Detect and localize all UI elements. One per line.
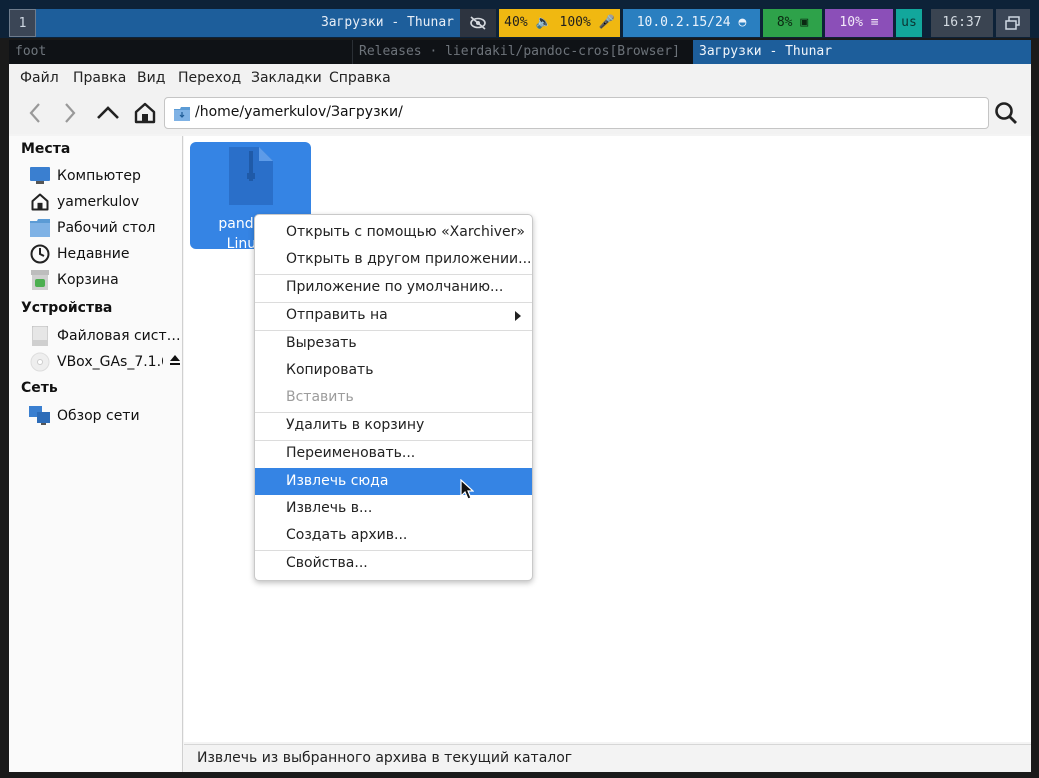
location-path: /home/yamerkulov/Загрузки/ (195, 104, 403, 120)
chevron-left-icon[interactable] (20, 98, 50, 128)
clock: 16:37 (931, 9, 993, 37)
menu-help[interactable]: Справка (329, 70, 391, 86)
sidebar-item-recent[interactable]: Недавние (29, 242, 181, 266)
menu-go[interactable]: Переход (178, 70, 241, 86)
devices-header: Устройства (21, 300, 113, 316)
sidebar-item-label: Компьютер (57, 168, 141, 184)
trash-icon (29, 269, 51, 291)
chevron-up-icon[interactable] (93, 98, 123, 128)
chevron-right-icon[interactable] (55, 98, 85, 128)
sidebar-item-label: Рабочий стол (57, 220, 156, 236)
menu-bar: Файл Правка Вид Переход Закладки Справка (9, 64, 1031, 94)
sidebar-item-label: yamerkulov (57, 194, 140, 210)
sidebar-item-label: Обзор сети (57, 408, 140, 424)
network-header: Сеть (21, 380, 58, 396)
menu-item-default-app[interactable]: Приложение по умолчанию... (255, 274, 532, 301)
window-tab-strip: foot Releases · lierdakil/pandoc-cros[Br… (9, 40, 1031, 64)
menu-item-create-archive[interactable]: Создать архив... (255, 522, 532, 549)
network-icon (29, 405, 51, 427)
window-switcher-icon[interactable] (996, 9, 1030, 37)
wifi-icon: ◓ (738, 15, 747, 30)
toolbar: /home/yamerkulov/Загрузки/ (9, 94, 1031, 134)
home-icon[interactable] (130, 98, 160, 128)
sidebar-item-label: VBox_GAs_7.1.6 (57, 354, 163, 370)
menu-file[interactable]: Файл (20, 70, 59, 86)
sidebar-item-home[interactable]: yamerkulov (29, 190, 181, 214)
menu-item-open-other-app[interactable]: Открыть в другом приложении... (255, 246, 532, 273)
menu-item-open-xarchiver[interactable]: Открыть с помощью «Xarchiver» (255, 219, 532, 246)
keyboard-layout[interactable]: us (896, 9, 922, 37)
cpu-value: 8% (776, 15, 793, 30)
menu-item-properties[interactable]: Свойства... (255, 550, 532, 577)
menu-bookmarks[interactable]: Закладки (251, 70, 322, 86)
archive-icon (229, 147, 273, 209)
sidebar: Места Компьютер yamerkulov Рабочий стол … (9, 136, 183, 772)
monitor-icon (29, 165, 51, 187)
sidebar-item-desktop[interactable]: Рабочий стол (29, 216, 181, 240)
clock-icon (29, 243, 51, 265)
sidebar-item-trash[interactable]: Корзина (29, 268, 181, 292)
menu-item-copy[interactable]: Копировать (255, 357, 532, 384)
tab-thunar[interactable]: Загрузки - Thunar (693, 40, 1031, 64)
menu-item-label: Отправить на (286, 307, 388, 323)
search-icon[interactable] (991, 98, 1021, 128)
eject-icon[interactable] (169, 354, 181, 370)
home-icon (29, 191, 51, 213)
drive-icon (29, 325, 51, 347)
sidebar-item-network[interactable]: Обзор сети (29, 404, 181, 428)
context-menu: Открыть с помощью «Xarchiver» Открыть в … (254, 214, 533, 581)
memory-indicator: 10% ≡ (825, 9, 893, 37)
sidebar-item-filesystem[interactable]: Файловая сист… (29, 324, 181, 348)
mouse-cursor-icon (460, 478, 475, 505)
menu-edit[interactable]: Правка (73, 70, 126, 86)
focused-window-title: Загрузки - Thunar (36, 9, 460, 37)
menu-item-paste: Вставить (286, 389, 354, 405)
menu-view[interactable]: Вид (137, 70, 165, 86)
network-indicator: 10.0.2.15/24 ◓ (623, 9, 760, 37)
disc-icon (29, 351, 51, 373)
status-bar: 1 Загрузки - Thunar 40% 🔈 100% 🎤 10.0.2.… (0, 0, 1039, 38)
submenu-arrow-icon (515, 311, 521, 321)
menu-item-extract-here[interactable]: Извлечь сюда (255, 468, 532, 495)
places-header: Места (21, 141, 71, 157)
sidebar-item-computer[interactable]: Компьютер (29, 164, 181, 188)
cpu-indicator: 8% ▣ (763, 9, 822, 37)
menu-item-move-to-trash[interactable]: Удалить в корзину (255, 412, 532, 439)
menu-item-extract-to[interactable]: Извлечь в... (255, 495, 532, 522)
chip-icon: ▣ (800, 15, 809, 30)
workspace-indicator[interactable]: 1 (9, 9, 36, 37)
tab-foot[interactable]: foot (9, 40, 52, 64)
network-address: 10.0.2.15/24 (636, 15, 731, 30)
menu-item-send-to[interactable]: Отправить на (255, 302, 532, 329)
idle-inhibitor-icon[interactable] (460, 9, 496, 37)
statusbar: Извлечь из выбранного архива в текущий к… (184, 744, 1031, 772)
menu-item-cut[interactable]: Вырезать (255, 330, 532, 357)
tab-browser[interactable]: Releases · lierdakil/pandoc-cros[Browser… (352, 40, 692, 64)
audio-indicator[interactable]: 40% 🔈 100% 🎤 (499, 9, 620, 37)
statusbar-text: Извлечь из выбранного архива в текущий к… (197, 750, 573, 766)
sidebar-item-label: Корзина (57, 272, 119, 288)
folder-icon (29, 217, 51, 239)
sidebar-item-label: Файловая сист… (57, 328, 181, 344)
sidebar-item-label: Недавние (57, 246, 130, 262)
downloads-folder-icon (174, 106, 190, 125)
sidebar-item-vbox[interactable]: VBox_GAs_7.1.6 (29, 350, 181, 374)
menu-item-rename[interactable]: Переименовать... (255, 440, 532, 467)
location-bar[interactable]: /home/yamerkulov/Загрузки/ (164, 97, 989, 129)
